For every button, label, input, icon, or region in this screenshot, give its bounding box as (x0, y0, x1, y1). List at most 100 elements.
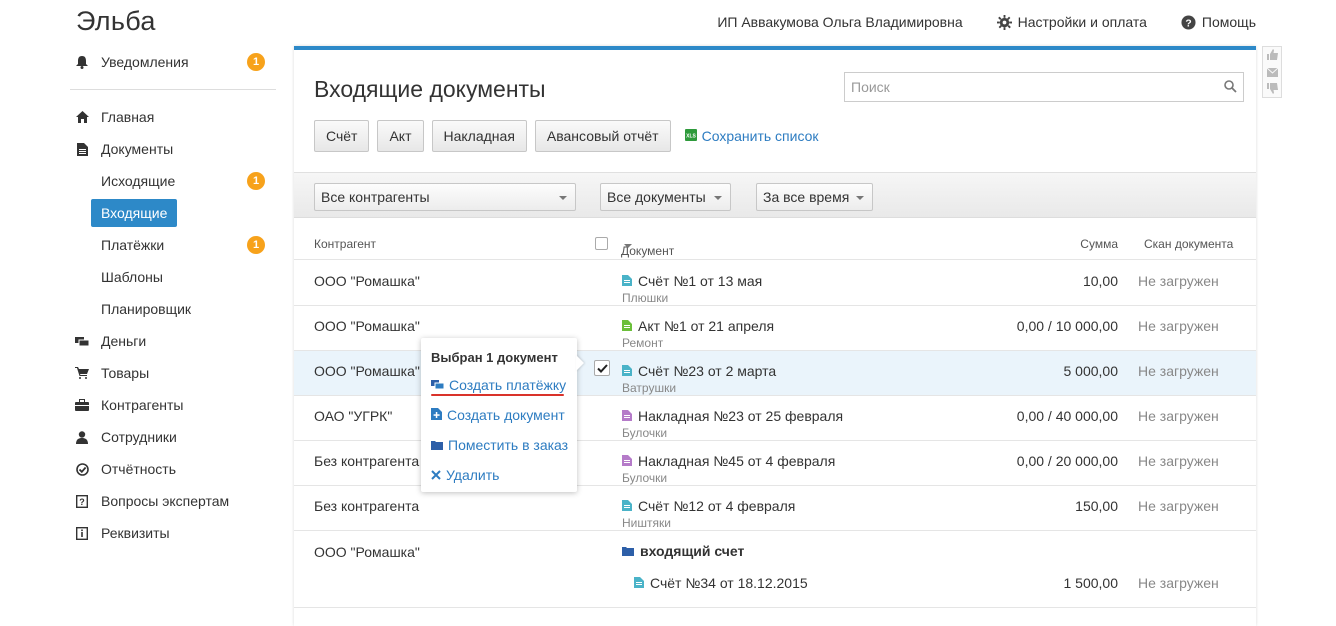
folder-icon (622, 543, 634, 559)
create-buttons: Счёт Акт Накладная Авансовый отчёт XLS С… (314, 120, 819, 152)
row-document-link[interactable]: Акт №1 от 21 апреля (622, 318, 774, 334)
row-scan-status: Не загружен (1138, 498, 1219, 514)
create-document-link[interactable]: Создать документ (431, 407, 565, 423)
row-scan-status: Не загружен (1138, 273, 1219, 289)
help-link[interactable]: ? Помощь (1181, 14, 1256, 30)
settings-link[interactable]: Настройки и оплата (996, 14, 1147, 30)
act-icon (622, 318, 632, 334)
notification-badge: 1 (247, 172, 265, 190)
period-filter-select[interactable]: За все время (756, 183, 873, 211)
row-document-link[interactable]: Накладная №23 от 25 февраля (622, 408, 843, 424)
main-panel: Входящие документы Поиск Счёт Акт Наклад… (294, 46, 1256, 626)
help-icon: ? (1181, 14, 1196, 30)
group-label[interactable]: входящий счет (622, 543, 744, 559)
save-list-label: Сохранить список (701, 128, 819, 144)
svg-text:XLS: XLS (686, 134, 696, 140)
row-document-title: Акт №1 от 21 апреля (638, 318, 775, 334)
table-row[interactable]: Без контрагента Счёт №12 от 4 февраля Ни… (294, 486, 1256, 531)
sidebar-item-expert-questions[interactable]: ? Вопросы экспертам (60, 485, 278, 517)
sidebar-item-counterparties[interactable]: Контрагенты (60, 389, 278, 421)
sidebar-item-label: Документы (101, 141, 174, 157)
invoice-icon (634, 575, 644, 591)
save-list-link[interactable]: XLS Сохранить список (684, 128, 819, 144)
create-payment-link[interactable]: Создать платёжку (431, 377, 566, 393)
page-title: Входящие документы (314, 76, 546, 102)
period-filter-value: За все время (763, 189, 850, 205)
question-icon: ? (75, 494, 89, 508)
checkmark-icon (596, 360, 608, 376)
counterparty-filter-value: Все контрагенты (321, 189, 430, 205)
row-description: Булочки (622, 426, 668, 440)
create-waybill-button[interactable]: Накладная (431, 120, 527, 152)
thumbs-up-icon[interactable] (1266, 47, 1278, 63)
document-icon (75, 142, 89, 156)
sidebar-item-outgoing[interactable]: Исходящие 1 (60, 165, 278, 197)
sidebar-item-scheduler[interactable]: Планировщик (60, 293, 278, 325)
row-document-link[interactable]: Счёт №1 от 13 мая (622, 273, 762, 289)
invoice-icon (622, 273, 632, 289)
row-document-link[interactable]: Счёт №23 от 2 марта (622, 363, 776, 379)
sidebar-item-reports[interactable]: Отчётность (60, 453, 278, 485)
search-input[interactable]: Поиск (844, 72, 1244, 102)
sidebar-item-money[interactable]: Деньги (60, 325, 278, 357)
filter-bar: Все контрагенты Все документы За все вре… (294, 172, 1256, 218)
sidebar-item-payments[interactable]: Платёжки 1 (60, 229, 278, 261)
close-icon (431, 467, 441, 483)
info-icon (75, 526, 89, 540)
table-row-group[interactable]: ООО "Ромашка" входящий счет Счёт №34 от … (294, 531, 1256, 608)
row-sum: 0,00 / 20 000,00 (1016, 453, 1118, 469)
gear-icon (996, 14, 1012, 30)
invoice-icon (622, 363, 632, 379)
create-advance-report-button[interactable]: Авансовый отчёт (534, 120, 671, 152)
add-document-icon (431, 407, 442, 423)
row-description: Плюшки (622, 291, 669, 305)
selection-actions-popup: Выбран 1 документ Создать платёжку Созда… (421, 338, 577, 492)
sidebar-divider (70, 89, 276, 90)
add-to-order-link[interactable]: Поместить в заказ (431, 437, 568, 453)
delete-link[interactable]: Удалить (431, 467, 499, 483)
sidebar-item-templates[interactable]: Шаблоны (60, 261, 278, 293)
row-sum: 0,00 / 10 000,00 (1016, 318, 1118, 334)
sidebar-item-employees[interactable]: Сотрудники (60, 421, 278, 453)
create-invoice-button[interactable]: Счёт (314, 120, 370, 152)
sidebar-item-requisites[interactable]: Реквизиты (60, 517, 278, 549)
row-document-title: Счёт №23 от 2 марта (638, 363, 777, 379)
search-icon[interactable] (1224, 80, 1237, 96)
create-act-button[interactable]: Акт (377, 120, 424, 152)
user-name-link[interactable]: ИП Аввакумова Ольга Владимировна (717, 14, 962, 30)
counterparty-filter-select[interactable]: Все контрагенты (314, 183, 576, 211)
sidebar-item-documents[interactable]: Документы (60, 133, 278, 165)
row-counterparty: Без контрагента (314, 453, 420, 469)
row-counterparty: ООО "Ромашка" (314, 363, 420, 379)
documents-filter-value: Все документы (607, 189, 706, 205)
sidebar-item-goods[interactable]: Товары (60, 357, 278, 389)
mail-icon[interactable] (1266, 64, 1278, 80)
popup-arrow (576, 355, 584, 371)
row-description: Ватрушки (622, 381, 677, 395)
chevron-down-icon (856, 196, 864, 200)
row-checkbox-checked[interactable] (594, 360, 610, 376)
top-bar: ИП Аввакумова Ольга Владимировна Настрой… (717, 14, 1256, 30)
sidebar-item-notifications[interactable]: Уведомления 1 (60, 46, 278, 78)
column-header-sum: Сумма (1080, 237, 1118, 251)
coins-icon (431, 377, 445, 393)
row-document-link[interactable]: Накладная №45 от 4 февраля (622, 453, 835, 469)
help-label: Помощь (1201, 14, 1256, 30)
app-logo[interactable]: Эльба (76, 6, 156, 37)
table-row[interactable]: ООО "Ромашка" Счёт №1 от 13 мая Плюшки 1… (294, 261, 1256, 306)
feedback-widget (1262, 46, 1282, 98)
row-document-link[interactable]: Счёт №12 от 4 февраля (622, 498, 795, 514)
sidebar-item-label: Исходящие (101, 173, 176, 189)
sidebar-item-incoming[interactable]: Входящие (60, 197, 278, 229)
sidebar-item-label: Главная (101, 109, 155, 125)
sidebar-item-home[interactable]: Главная (60, 101, 278, 133)
create-payment-label: Создать платёжку (449, 377, 567, 393)
select-all-checkbox[interactable] (595, 237, 608, 250)
row-scan-status: Не загружен (1138, 408, 1219, 424)
delete-label: Удалить (446, 467, 500, 483)
documents-filter-select[interactable]: Все документы (600, 183, 731, 211)
thumbs-down-icon[interactable] (1266, 81, 1278, 97)
excel-icon: XLS (684, 128, 697, 144)
row-document-title: Счёт №34 от 18.12.2015 (650, 575, 808, 591)
row-document-link[interactable]: Счёт №34 от 18.12.2015 (634, 575, 808, 591)
